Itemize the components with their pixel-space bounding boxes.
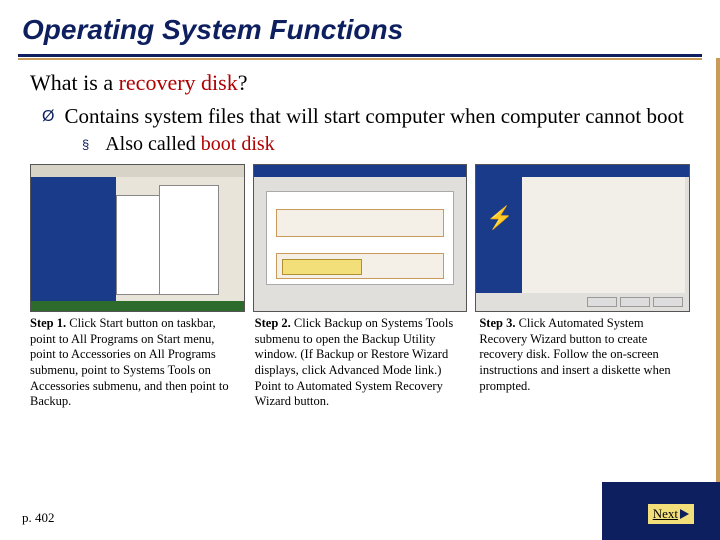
bullet-sub-row: § Also called boot disk <box>82 133 690 156</box>
step-1-label: Step 1. <box>30 316 66 330</box>
square-bullet-icon: § <box>82 137 89 152</box>
step-1: Step 1. Click Start button on taskbar, p… <box>30 316 241 410</box>
step-2-label: Step 2. <box>255 316 291 330</box>
steps-row: Step 1. Click Start button on taskbar, p… <box>30 316 690 410</box>
bullet-sub-text: Also called boot disk <box>105 133 274 156</box>
step-2: Step 2. Click Backup on Systems Tools su… <box>255 316 466 410</box>
screenshot-1 <box>30 164 245 312</box>
next-button[interactable]: Next <box>648 504 694 524</box>
screenshot-2 <box>253 164 468 312</box>
divider-dark <box>18 54 702 57</box>
page-reference: p. 402 <box>22 510 55 526</box>
lightning-icon: ⚡ <box>486 205 513 231</box>
decorative-edge <box>716 58 720 482</box>
bullet-main-row: Ø Contains system files that will start … <box>42 104 690 129</box>
question-suffix: ? <box>238 70 248 95</box>
chevron-right-icon: Ø <box>42 108 54 126</box>
step-3-label: Step 3. <box>479 316 515 330</box>
step-3: Step 3. Click Automated System Recovery … <box>479 316 690 410</box>
question-heading: What is a recovery disk? <box>30 70 690 96</box>
next-label: Next <box>653 506 678 522</box>
page-title: Operating System Functions <box>22 14 698 46</box>
sub-prefix: Also called <box>105 133 201 155</box>
question-prefix: What is a <box>30 70 119 95</box>
sub-highlight: boot disk <box>201 133 275 155</box>
question-highlight: recovery disk <box>119 70 238 95</box>
screenshot-3: ⚡ <box>475 164 690 312</box>
bullet-main-text: Contains system files that will start co… <box>64 104 683 129</box>
screenshot-row: ⚡ <box>30 164 690 312</box>
arrow-right-icon <box>680 509 689 519</box>
